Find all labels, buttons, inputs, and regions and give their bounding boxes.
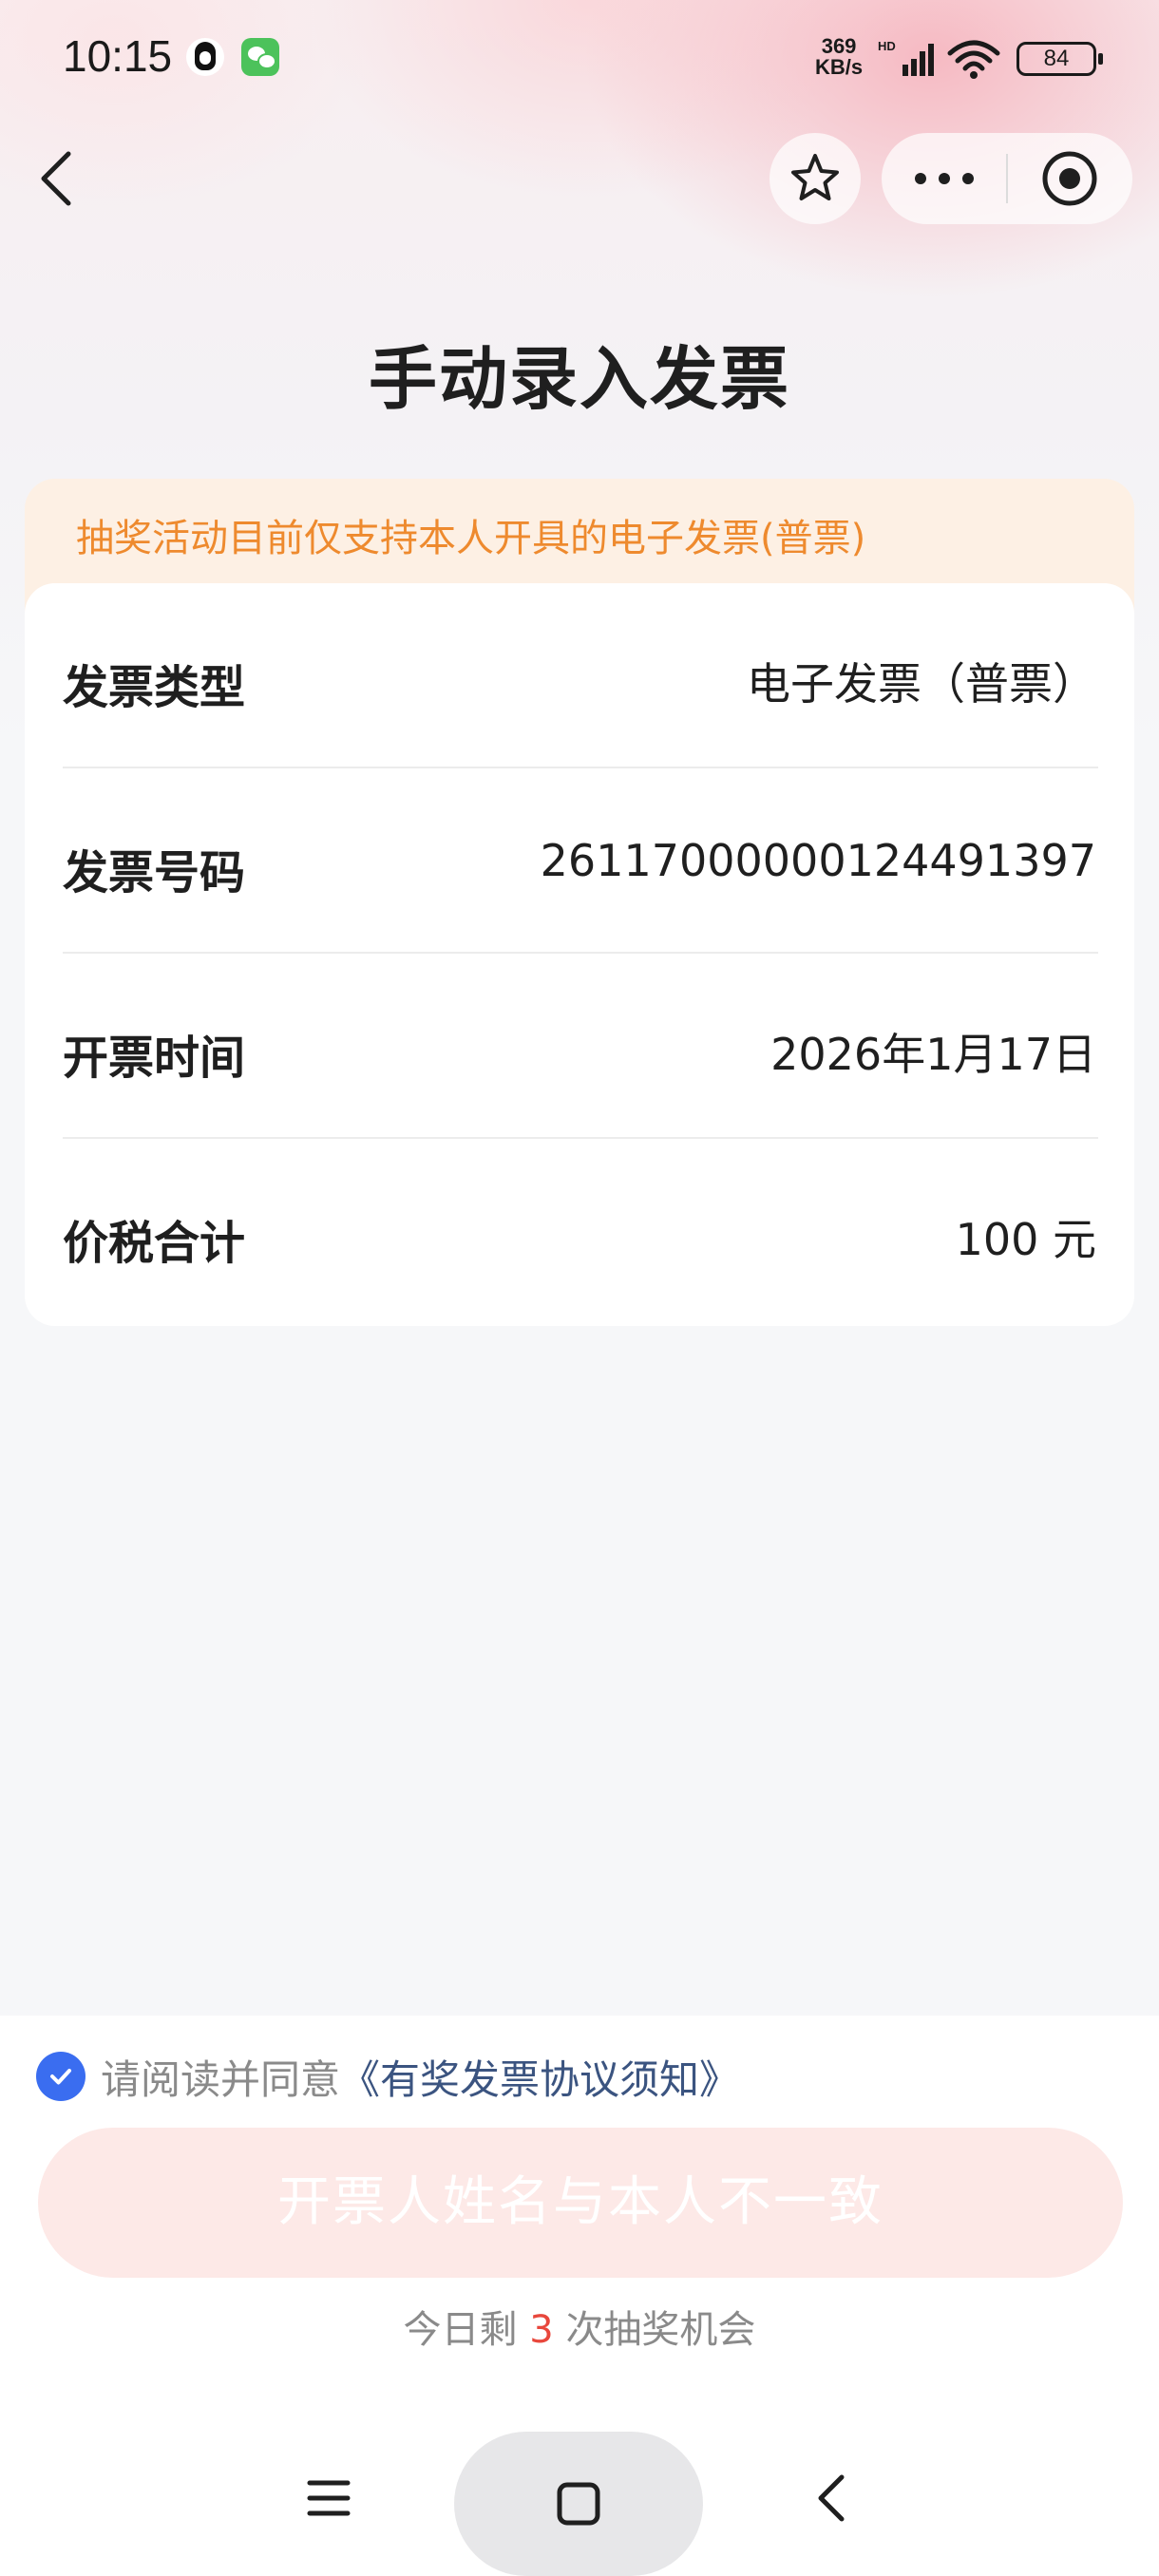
system-back-button[interactable] <box>804 2466 861 2530</box>
chances-count: 3 <box>529 2308 554 2352</box>
qq-icon <box>186 38 224 76</box>
network-speed-unit: KB/s <box>815 55 864 79</box>
row-value: 26117000000124491397 <box>540 835 1096 886</box>
row-value: 电子发票（普票） <box>747 658 1096 710</box>
agreement-row: 请阅读并同意 《有奖发票协议须知》 <box>36 2050 739 2103</box>
back-icon <box>41 151 71 206</box>
close-target-icon <box>1042 151 1097 206</box>
row-label: 发票号码 <box>63 846 246 900</box>
invoice-card: 发票类型 电子发票（普票） 发票号码 26117000000124491397 … <box>25 583 1134 1326</box>
status-bar: 10:15 369 KB/s HD 84 <box>0 0 1159 114</box>
chances-suffix: 次抽奖机会 <box>565 2308 756 2352</box>
screen: 10:15 369 KB/s HD 84 手动录入发票 抽奖活动目前仅支持本人开… <box>0 0 1159 2576</box>
system-menu-button[interactable] <box>300 2470 357 2527</box>
agreement-checkbox[interactable] <box>36 2052 86 2101</box>
row-label: 价税合计 <box>63 1217 246 1270</box>
miniapp-capsule <box>882 133 1132 224</box>
battery-level: 84 <box>1043 46 1070 71</box>
wifi-icon <box>947 40 1000 79</box>
chances-prefix: 今日剩 <box>403 2308 518 2352</box>
back-button[interactable] <box>28 141 89 217</box>
menu-icon <box>307 2480 351 2516</box>
more-button[interactable] <box>882 133 1007 224</box>
system-home-button[interactable] <box>454 2432 703 2576</box>
invoice-row-type[interactable]: 发票类型 电子发票（普票） <box>25 583 1134 768</box>
submit-button[interactable]: 开票人姓名与本人不一致 <box>38 2128 1123 2278</box>
invoice-row-total[interactable]: 价税合计 100 元 <box>25 1139 1134 1324</box>
invoice-row-number[interactable]: 发票号码 26117000000124491397 <box>25 768 1134 954</box>
agreement-text: 请阅读并同意 <box>101 2055 341 2103</box>
favorite-button[interactable] <box>770 133 861 224</box>
signal-icon: HD <box>878 39 934 76</box>
network-speed-value: 369 <box>821 34 857 58</box>
page-title: 手动录入发票 <box>368 339 790 419</box>
wechat-icon <box>241 38 279 76</box>
notice-text: 抽奖活动目前仅支持本人开具的电子发票(普票) <box>76 517 866 560</box>
network-badge: HD <box>878 39 896 53</box>
battery-icon: 84 <box>1016 42 1103 76</box>
home-icon <box>557 2482 600 2526</box>
back-icon <box>818 2474 845 2522</box>
status-time: 10:15 <box>63 31 173 81</box>
row-label: 发票类型 <box>63 661 246 714</box>
row-value: 100 元 <box>955 1214 1096 1265</box>
star-icon <box>791 154 839 200</box>
row-label: 开票时间 <box>63 1032 246 1085</box>
invoice-row-date[interactable]: 开票时间 2026年1月17日 <box>25 954 1134 1139</box>
remaining-chances: 今日剩 3 次抽奖机会 <box>0 2299 1159 2354</box>
agreement-link[interactable]: 《有奖发票协议须知》 <box>340 2048 739 2106</box>
more-icon <box>915 173 974 184</box>
check-icon <box>50 2069 71 2085</box>
network-speed: 369 KB/s <box>815 36 863 78</box>
close-miniapp-button[interactable] <box>1007 133 1132 224</box>
row-value: 2026年1月17日 <box>770 1029 1096 1080</box>
